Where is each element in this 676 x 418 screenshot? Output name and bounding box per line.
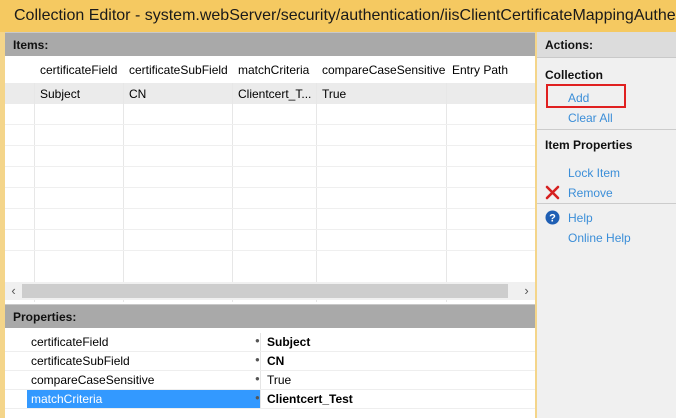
cell-certificatefield: Subject (40, 87, 81, 101)
property-value[interactable]: Subject (267, 333, 310, 351)
add-action-link[interactable]: Add (568, 91, 589, 105)
property-row-matchcriteria[interactable]: matchCriteria ● Clientcert_Test (5, 390, 535, 409)
properties-panel: Properties: certificateField ● Subject c… (5, 304, 535, 418)
column-header-matchcriteria[interactable]: matchCriteria (233, 59, 317, 83)
online-help-action-link[interactable]: Online Help (568, 231, 631, 245)
column-header-certificatesubfield[interactable]: certificateSubField (124, 59, 233, 83)
window-title: Collection Editor - system.webServer/sec… (0, 0, 676, 32)
clear-all-action-link[interactable]: Clear All (568, 111, 613, 125)
property-value[interactable]: True (267, 371, 291, 389)
property-name: compareCaseSensitive (27, 371, 261, 389)
property-pin-icon: ● (255, 393, 260, 402)
properties-panel-header: Properties: (5, 304, 535, 328)
actions-pane: Actions: Collection Add Clear All Item P… (537, 32, 676, 418)
items-grid: certificateField certificateSubField mat… (5, 59, 535, 302)
items-panel-header: Items: (5, 32, 535, 56)
scroll-right-icon[interactable]: › (518, 282, 535, 300)
grid-column-divider (34, 83, 35, 302)
property-name: matchCriteria (27, 390, 261, 408)
property-pin-icon: ● (255, 374, 260, 383)
table-row[interactable]: Subject CN Clientcert_T... True (5, 83, 535, 104)
remove-action-link[interactable]: Remove (568, 186, 613, 200)
grid-column-divider (316, 83, 317, 302)
editor-left-pane: Items: certificateField certificateSubFi… (5, 32, 535, 418)
grid-row-divider (5, 187, 535, 188)
grid-column-divider (446, 83, 447, 302)
section-title-item-properties: Item Properties (545, 138, 633, 152)
horizontal-scrollbar[interactable]: ‹ › (5, 282, 535, 300)
property-row-certificatefield[interactable]: certificateField ● Subject (5, 333, 535, 352)
section-divider (537, 203, 676, 204)
actions-header: Actions: (537, 32, 676, 58)
grid-column-divider (232, 83, 233, 302)
cell-matchcriteria: Clientcert_T... (238, 87, 312, 101)
property-value[interactable]: CN (267, 352, 284, 370)
section-divider (537, 129, 676, 130)
help-action-link[interactable]: Help (568, 211, 593, 225)
grid-column-divider (123, 83, 124, 302)
scroll-left-icon[interactable]: ‹ (5, 282, 22, 300)
property-row-comparecasesensitive[interactable]: compareCaseSensitive ● True (5, 371, 535, 390)
grid-header-row: certificateField certificateSubField mat… (5, 59, 535, 83)
property-name: certificateSubField (27, 352, 261, 370)
scrollbar-thumb[interactable] (22, 284, 508, 298)
property-row-certificatesubfield[interactable]: certificateSubField ● CN (5, 352, 535, 371)
cell-comparecasesensitive: True (322, 87, 347, 101)
grid-row-divider (5, 208, 535, 209)
property-value[interactable]: Clientcert_Test (267, 390, 353, 408)
property-pin-icon: ● (255, 336, 260, 345)
section-title-collection: Collection (545, 68, 604, 82)
column-header-certificatefield[interactable]: certificateField (35, 59, 124, 83)
grid-row-divider (5, 250, 535, 251)
grid-row-divider (5, 124, 535, 125)
lock-item-action-link[interactable]: Lock Item (568, 166, 620, 180)
cell-certificatesubfield: CN (129, 87, 147, 101)
grid-row-divider (5, 229, 535, 230)
column-header-comparecasesensitive[interactable]: compareCaseSensitive (317, 59, 447, 83)
cell-entrypath (447, 83, 535, 104)
remove-x-icon[interactable] (545, 185, 560, 200)
property-name: certificateField (27, 333, 261, 351)
svg-text:?: ? (549, 213, 556, 225)
property-pin-icon: ● (255, 355, 260, 364)
grid-row-divider (5, 145, 535, 146)
grid-row-divider (5, 166, 535, 167)
help-icon[interactable]: ? (545, 210, 560, 225)
column-header-entrypath[interactable]: Entry Path (447, 59, 535, 83)
